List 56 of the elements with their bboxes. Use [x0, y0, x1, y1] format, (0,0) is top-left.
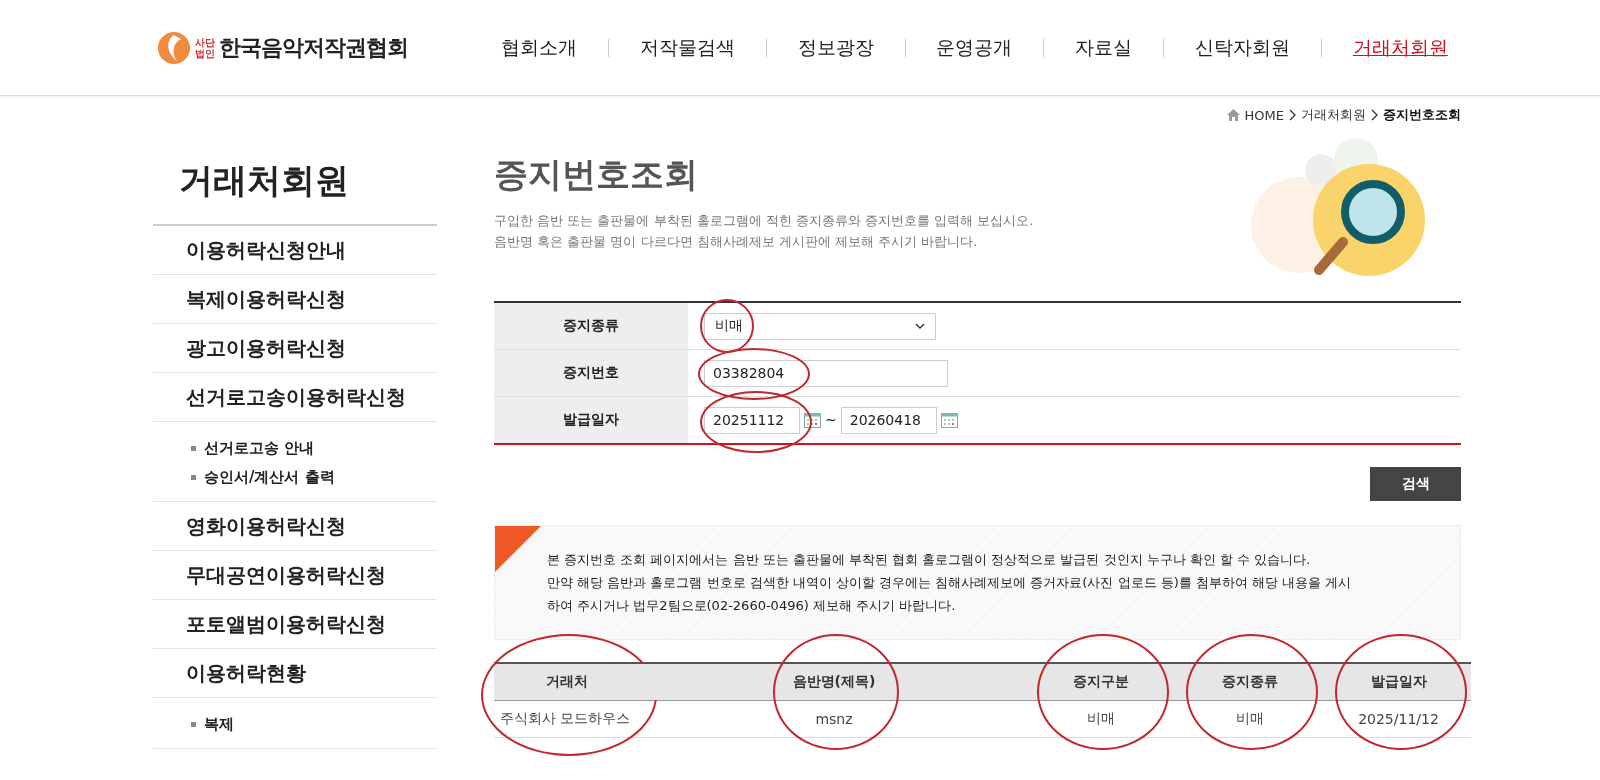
- calendar-icon: [940, 411, 958, 429]
- logo-icon: [157, 30, 191, 65]
- breadcrumb-link[interactable]: 거래처회원: [1301, 106, 1366, 124]
- table-cell: 주식회사 모드하우스: [494, 700, 640, 738]
- table-cell: 비매: [1174, 700, 1326, 738]
- calendar-icon: [804, 411, 821, 429]
- bullet-icon: [191, 446, 196, 451]
- page-title: 증지번호조회: [494, 153, 699, 196]
- sidebar-item[interactable]: 이용허락현황: [153, 649, 437, 698]
- field-label: 증지번호: [494, 350, 688, 396]
- nav-link[interactable]: 협회소개: [497, 34, 581, 61]
- sidebar-item[interactable]: 광고이용허락신청: [153, 324, 437, 373]
- sidebar-subitem[interactable]: 승인서/계산서 출력: [204, 468, 335, 487]
- table-cell: 비매: [1028, 700, 1174, 738]
- field-label: 증지종류: [494, 303, 688, 349]
- search-button[interactable]: 검색: [1370, 467, 1461, 501]
- notice-text: 본 증지번호 조회 페이지에서는 음반 또는 출판물에 부착된 협회 홀로그램이 정상적으로 발급된 것인지 누구나 확인 할 수 있습니다.: [547, 551, 1312, 569]
- sidebar-item[interactable]: 영화이용허락신청: [153, 502, 437, 551]
- badge-text: 법인: [195, 47, 215, 59]
- sidebar-subitem[interactable]: 선거로고송 안내: [204, 439, 315, 458]
- description-text: 구입한 음반 또는 출판물에 부착된 홀로그램에 적힌 증지종류와 증지번호를 입력해 보십시오.: [494, 212, 1034, 230]
- breadcrumb-link[interactable]: HOME: [1244, 107, 1284, 123]
- nav-link[interactable]: 정보광장: [793, 34, 878, 61]
- date-field[interactable]: 20251112: [704, 406, 800, 434]
- sidebar-item[interactable]: 이용허락신청안내: [153, 226, 437, 275]
- field-label: 발급일자: [494, 397, 688, 443]
- notice-text: 하여 주시거나 법무2팀으로(02-2660-0496) 제보해 주시기 바랍니다.: [547, 597, 957, 615]
- table-cell: 2025/11/12: [1326, 700, 1471, 738]
- sidebar-item[interactable]: 복제이용허락신청: [153, 275, 437, 324]
- chevron-icon: [1371, 109, 1378, 121]
- corner-mark: [495, 526, 541, 572]
- nav-link[interactable]: 거래처회원: [1348, 34, 1452, 61]
- description-text: 음반명 혹은 출판물 명이 다르다면 침해사례제보 게시판에 제보해 주시기 바랍니다.: [494, 233, 979, 251]
- chevron-down-icon: [915, 323, 925, 329]
- sidebar-subitem[interactable]: 복제: [204, 715, 234, 734]
- sidebar-item[interactable]: 포토앨범이용허락신청: [153, 600, 437, 649]
- sidebar-item[interactable]: 무대공연이용허락신청: [153, 551, 437, 600]
- input-field[interactable]: 03382804: [704, 359, 948, 387]
- nav-link[interactable]: 저작물검색: [635, 34, 739, 61]
- select-field[interactable]: 비매: [704, 312, 936, 340]
- sidebar-title: 거래처회원: [153, 158, 437, 226]
- range-separator: ~: [825, 412, 837, 428]
- nav-link[interactable]: 자료실: [1071, 34, 1137, 61]
- home-icon: [1226, 109, 1240, 121]
- chevron-icon: [1289, 109, 1296, 121]
- table-cell: msnz: [640, 700, 1028, 738]
- badge-text: 사단: [195, 36, 215, 48]
- bullet-icon: [191, 475, 196, 480]
- notice-text: 만약 해당 음반과 홀로그램 번호로 검색한 내역이 상이할 경우에는 침해사례제보에 증거자료(사진 업로드 등)를 첨부하여 해당 내용을 게시: [547, 574, 1353, 592]
- nav-link[interactable]: 신탁자회원: [1191, 34, 1295, 61]
- logo-text[interactable]: 한국음악저작권협회: [219, 32, 408, 63]
- date-field[interactable]: 20260418: [840, 406, 937, 434]
- bullet-icon: [191, 722, 196, 727]
- sidebar-item[interactable]: 선거로고송이용허락신청: [153, 373, 437, 422]
- breadcrumb-link[interactable]: 증지번호조회: [1383, 106, 1461, 124]
- nav-link[interactable]: 운영공개: [932, 34, 1017, 61]
